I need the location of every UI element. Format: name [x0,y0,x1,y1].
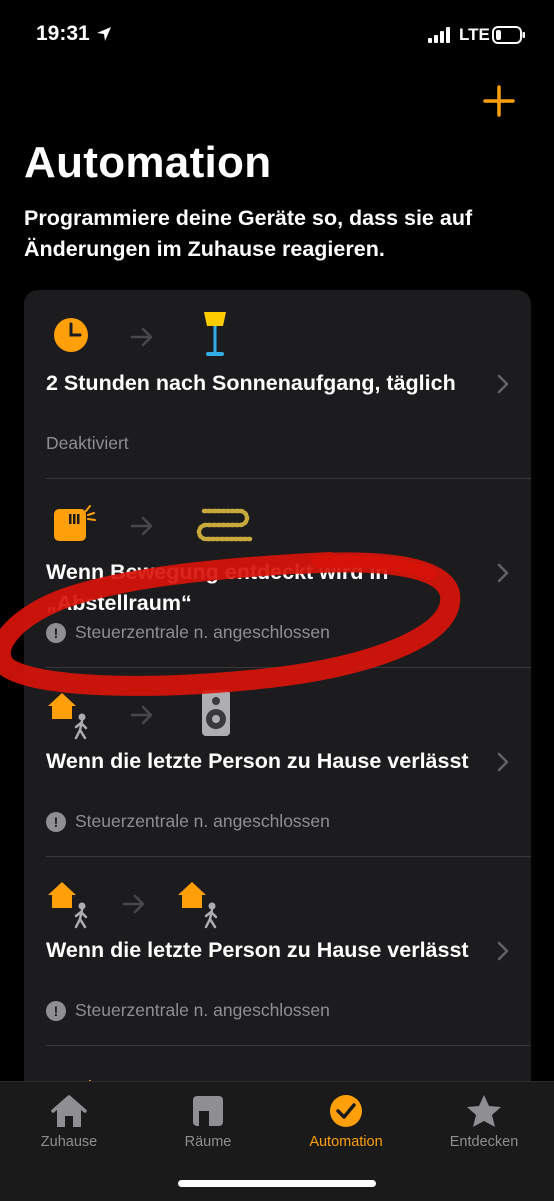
automation-status-text: Steuerzentrale n. angeschlossen [75,1000,330,1020]
arrow-right-icon [122,894,145,914]
automation-status-text: Steuerzentrale n. angeschlossen [75,622,330,642]
tab-raeume[interactable]: Räume [148,1094,268,1154]
speaker-icon [202,690,230,736]
page-subtitle: Programmiere deine Geräte so, dass sie a… [24,206,473,261]
person-leaving-home-icon [48,882,88,929]
chevron-right-icon [497,374,509,394]
arrow-right-icon [130,516,153,536]
arrow-right-icon [130,327,153,347]
automation-title: Wenn die letzte Person zu Hause verlässt [46,938,469,962]
person-leaving-home-icon [48,693,88,740]
automation-status: Deaktiviert [46,433,129,454]
tab-label: Zuhause [40,1134,98,1150]
automation-list: 2 Stunden nach Sonnenaufgang, täglich De… [24,290,531,1100]
network-type: LTE [459,25,490,44]
automation-icons [46,501,346,551]
add-automation-button[interactable] [480,82,518,120]
automation-status: ! Steuerzentrale n. angeschlossen [46,811,330,832]
status-bar: 19:31 LTE [0,0,554,70]
automation-item[interactable]: Wenn Bewegung entdeckt wird in „Abstellr… [24,479,531,668]
warning-icon: ! [46,811,66,832]
warning-icon: ! [46,622,66,643]
clock-icon [54,318,88,352]
status-time: 19:31 [36,22,90,45]
chevron-right-icon [497,752,509,772]
automation-status: ! Steuerzentrale n. angeschlossen [46,622,330,643]
battery-icon [492,26,525,44]
chevron-right-icon [497,941,509,961]
automation-icons [46,879,346,929]
automation-status: ! Steuerzentrale n. angeschlossen [46,1000,330,1021]
tab-label: Entdecken [449,1134,519,1150]
cellular-signal-icon [428,27,450,43]
automation-title: Wenn die letzte Person zu Hause verlässt [46,749,469,773]
automation-icons [46,690,346,740]
house-icon [51,1095,87,1127]
automation-title: Wenn Bewegung entdeckt wird in „Abstellr… [46,560,389,615]
tab-label: Automation [309,1134,383,1150]
automation-item[interactable]: Wenn die letzte Person zu Hause verlässt… [24,857,531,1046]
light-strip-icon [196,508,253,542]
automation-status-text: Deaktiviert [46,433,129,453]
rooms-icon [193,1096,223,1126]
automation-icons [46,312,346,362]
page-title: Automation [24,138,272,187]
tab-zuhause[interactable]: Zuhause [9,1094,129,1154]
home-indicator[interactable] [178,1180,376,1187]
arrow-right-icon [130,705,153,725]
automation-title: 2 Stunden nach Sonnenaufgang, täglich [46,371,456,395]
floor-lamp-icon [204,312,226,356]
star-icon [467,1095,501,1127]
automation-item[interactable]: Wenn die letzte Person zu Hause verlässt… [24,668,531,857]
warning-icon: ! [46,1000,66,1021]
tab-entdecken[interactable]: Entdecken [424,1094,544,1154]
motion-sensor-icon [54,505,96,541]
chevron-right-icon [497,563,509,583]
automation-item[interactable]: 2 Stunden nach Sonnenaufgang, täglich De… [24,290,531,479]
automation-status-text: Steuerzentrale n. angeschlossen [75,811,330,831]
automation-clock-icon [330,1095,362,1127]
location-arrow-icon [97,27,111,41]
tab-automation[interactable]: Automation [286,1094,406,1154]
tab-label: Räume [184,1134,232,1150]
person-leaving-home-icon [178,882,218,929]
